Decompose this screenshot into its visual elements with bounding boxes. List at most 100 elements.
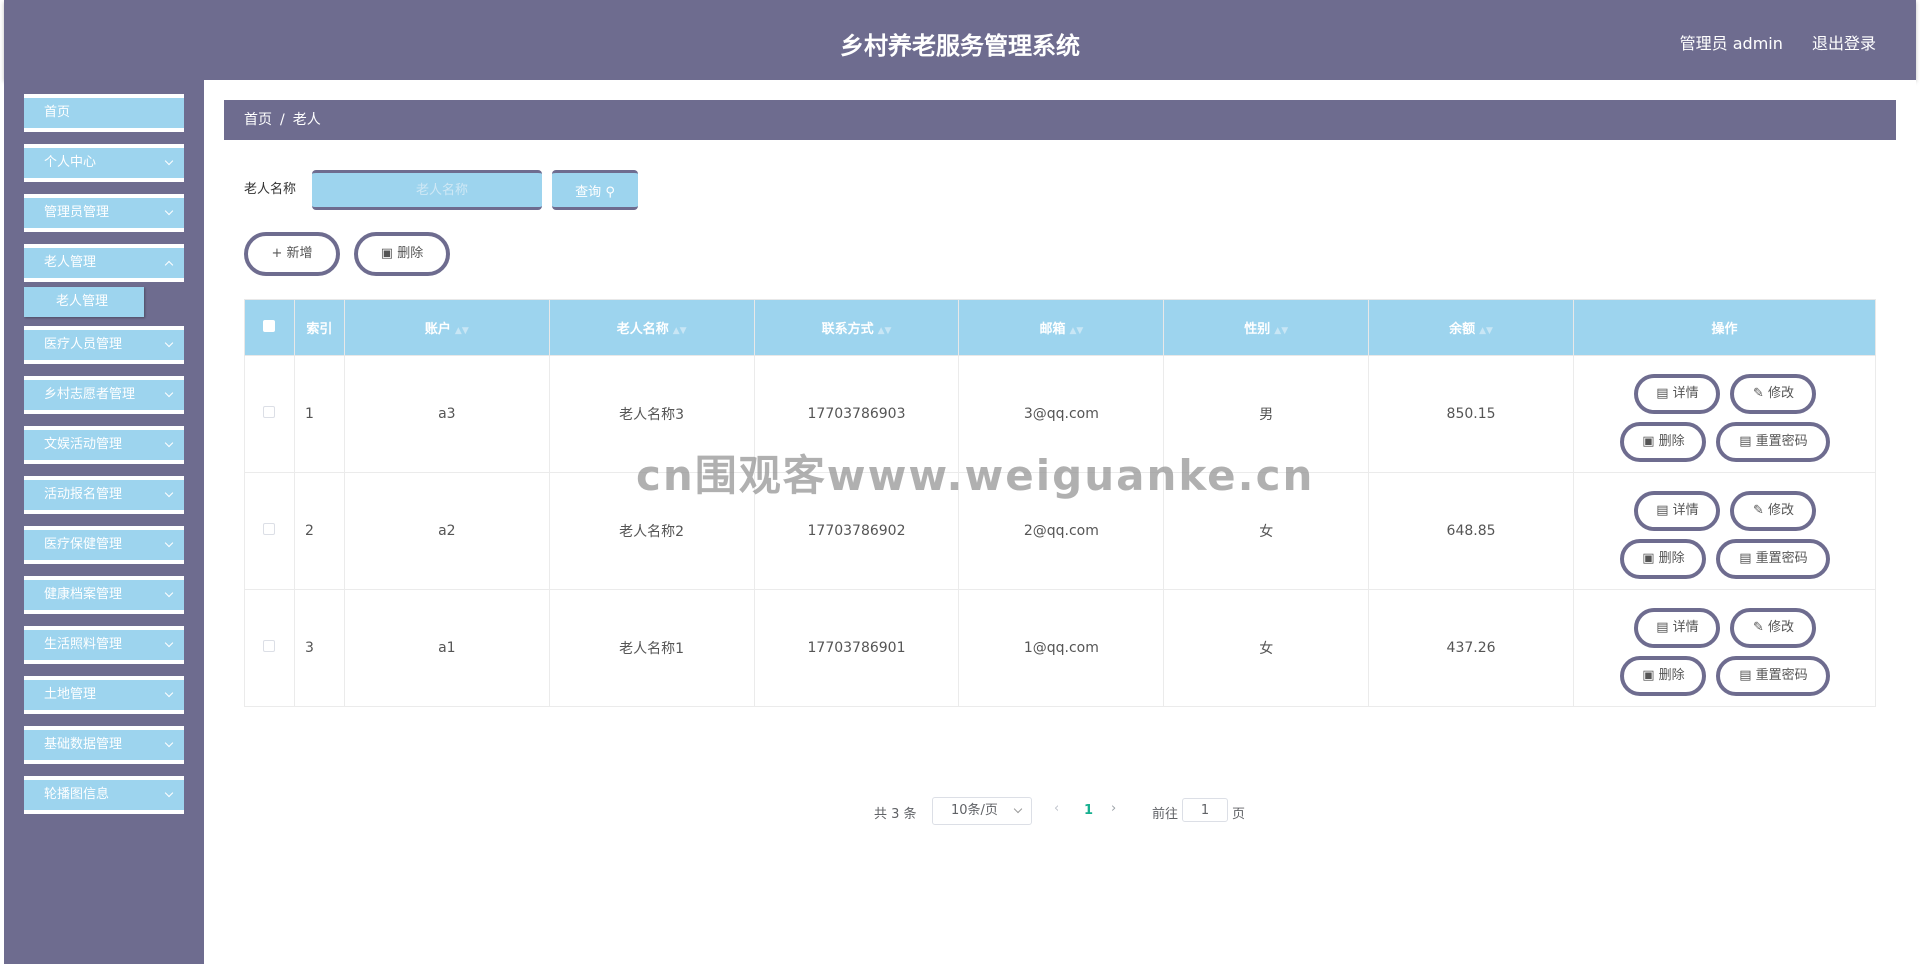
sidebar-item-land[interactable]: 土地管理 xyxy=(24,676,184,714)
sidebar-item-carousel[interactable]: 轮播图信息 xyxy=(24,776,184,814)
header-email[interactable]: 邮箱 ▲▼ xyxy=(958,299,1165,356)
chevron-down-icon xyxy=(164,688,174,698)
sidebar-item-label: 文娱活动管理 xyxy=(44,437,123,452)
sort-icon[interactable]: ▲▼ xyxy=(878,326,892,336)
row-checkbox[interactable] xyxy=(263,406,276,418)
pencil-icon: ✎ xyxy=(1752,620,1764,635)
header-balance[interactable]: 余额 ▲▼ xyxy=(1368,299,1574,356)
cell-name: 老人名称2 xyxy=(548,472,755,590)
cell-index: 2 xyxy=(293,472,345,590)
reset-password-button[interactable]: ▤ 重置密码 xyxy=(1716,539,1831,579)
sort-icon[interactable]: ▲▼ xyxy=(673,326,687,336)
reset-password-button[interactable]: ▤ 重置密码 xyxy=(1716,656,1831,696)
sort-icon[interactable]: ▲▼ xyxy=(455,326,469,336)
sidebar-item-label: 管理员管理 xyxy=(44,205,110,220)
current-user-label: 管理员 admin xyxy=(1679,34,1783,53)
sidebar-subitem-elder-management[interactable]: 老人管理 xyxy=(24,287,144,317)
search-button[interactable]: 查询 ⚲ xyxy=(552,170,638,210)
sidebar-item-elder-management[interactable]: 老人管理 xyxy=(24,244,184,282)
header-account-label: 账户 xyxy=(424,322,451,337)
delete-button-label: 删除 xyxy=(1658,668,1685,683)
cell-phone: 17703786901 xyxy=(753,589,960,707)
logout-link[interactable]: 退出登录 xyxy=(1812,34,1876,53)
page-size-value: 10条/页 xyxy=(951,803,998,818)
document-icon: ▤ xyxy=(1739,434,1752,449)
sidebar-item-home[interactable]: 首页 xyxy=(24,94,184,132)
reset-password-button[interactable]: ▤ 重置密码 xyxy=(1716,422,1831,462)
edit-button[interactable]: ✎ 修改 xyxy=(1730,491,1817,531)
user-area: 管理员 admin 退出登录 xyxy=(1656,30,1876,54)
header-phone-label: 联系方式 xyxy=(821,322,874,337)
select-all-checkbox[interactable] xyxy=(263,319,276,332)
delete-button[interactable]: ▣ 删除 xyxy=(1620,539,1707,579)
cell-gender: 女 xyxy=(1163,589,1370,707)
goto-page-input[interactable] xyxy=(1182,798,1228,822)
cell-email: 2@qq.com xyxy=(958,472,1165,590)
chevron-down-icon xyxy=(164,260,174,270)
cell-balance: 850.15 xyxy=(1368,355,1574,473)
search-input[interactable] xyxy=(312,170,542,210)
header-name-label: 老人名称 xyxy=(616,322,669,337)
sidebar-item-activity-signup[interactable]: 活动报名管理 xyxy=(24,476,184,514)
document-icon: ▤ xyxy=(1656,386,1669,401)
sidebar-item-healthcare[interactable]: 医疗保健管理 xyxy=(24,526,184,564)
breadcrumb-current: 老人 xyxy=(292,112,321,128)
table-header-row: 索引 账户 ▲▼ 老人名称 ▲▼ 联系方式 ▲▼ 邮箱 ▲▼ 性别 ▲▼ 余额 ▲▼ 操作 xyxy=(244,299,1877,356)
chevron-down-icon xyxy=(164,438,174,448)
table-row: 1 a3 老人名称3 17703786903 3@qq.com 男 850.15… xyxy=(244,355,1877,473)
row-select-cell xyxy=(244,472,295,590)
cell-index: 3 xyxy=(293,589,345,707)
prev-page-icon[interactable]: ‹ xyxy=(1054,801,1059,816)
cell-gender: 男 xyxy=(1163,355,1370,473)
sort-icon[interactable]: ▲▼ xyxy=(1274,326,1288,336)
cell-email: 3@qq.com xyxy=(958,355,1165,473)
edit-button[interactable]: ✎ 修改 xyxy=(1730,608,1817,648)
sidebar-item-life-care[interactable]: 生活照料管理 xyxy=(24,626,184,664)
delete-button[interactable]: ▣ 删除 xyxy=(1620,656,1707,696)
header-gender[interactable]: 性别 ▲▼ xyxy=(1163,299,1370,356)
sidebar-item-label: 首页 xyxy=(44,105,71,120)
sidebar-item-entertainment[interactable]: 文娱活动管理 xyxy=(24,426,184,464)
chevron-down-icon xyxy=(164,588,174,598)
detail-button[interactable]: ▤ 详情 xyxy=(1634,608,1721,648)
cell-name: 老人名称3 xyxy=(548,355,755,473)
sidebar-item-admin-management[interactable]: 管理员管理 xyxy=(24,194,184,232)
page-size-select[interactable]: 10条/页 xyxy=(932,797,1032,825)
sort-icon[interactable]: ▲▼ xyxy=(1479,326,1493,336)
delete-button-label: 删除 xyxy=(1658,551,1685,566)
breadcrumb-home[interactable]: 首页 xyxy=(244,112,272,128)
cell-ops: ▤ 详情 ✎ 修改 ▣ 删除 ▤ 重置密码 xyxy=(1572,472,1877,590)
app-root: 乡村养老服务管理系统 管理员 admin 退出登录 首页 个人中心 管理员管理 … xyxy=(0,0,1920,966)
header-phone[interactable]: 联系方式 ▲▼ xyxy=(753,299,960,356)
sidebar-item-health-records[interactable]: 健康档案管理 xyxy=(24,576,184,614)
header-account[interactable]: 账户 ▲▼ xyxy=(343,299,550,356)
sidebar-item-personal-center[interactable]: 个人中心 xyxy=(24,144,184,182)
sidebar-item-volunteers[interactable]: 乡村志愿者管理 xyxy=(24,376,184,414)
sidebar-item-medical-staff[interactable]: 医疗人员管理 xyxy=(24,326,184,364)
sidebar-item-basic-data[interactable]: 基础数据管理 xyxy=(24,726,184,764)
row-select-cell xyxy=(244,355,295,473)
document-icon: ▤ xyxy=(1656,503,1669,518)
page-number-current[interactable]: 1 xyxy=(1084,803,1093,818)
add-button-label: 新增 xyxy=(286,246,313,261)
header-name[interactable]: 老人名称 ▲▼ xyxy=(548,299,755,356)
trash-icon: ▣ xyxy=(1642,551,1655,566)
cell-gender: 女 xyxy=(1163,472,1370,590)
edit-button[interactable]: ✎ 修改 xyxy=(1730,374,1817,414)
row-checkbox[interactable] xyxy=(263,523,276,535)
table-row: 3 a1 老人名称1 17703786901 1@qq.com 女 437.26… xyxy=(244,589,1877,707)
row-checkbox[interactable] xyxy=(263,640,276,652)
sort-icon[interactable]: ▲▼ xyxy=(1069,326,1083,336)
sidebar-item-label: 健康档案管理 xyxy=(44,587,123,602)
delete-button[interactable]: ▣ 删除 xyxy=(1620,422,1707,462)
detail-button[interactable]: ▤ 详情 xyxy=(1634,491,1721,531)
table-row: 2 a2 老人名称2 17703786902 2@qq.com 女 648.85… xyxy=(244,472,1877,590)
add-button[interactable]: + 新增 xyxy=(244,232,340,276)
batch-delete-button[interactable]: ▣ 删除 xyxy=(354,232,450,276)
detail-button-label: 详情 xyxy=(1672,386,1699,401)
document-icon: ▤ xyxy=(1656,620,1669,635)
detail-button[interactable]: ▤ 详情 xyxy=(1634,374,1721,414)
next-page-icon[interactable]: › xyxy=(1111,801,1116,816)
header-select-all[interactable] xyxy=(244,299,295,356)
document-icon: ▤ xyxy=(1739,668,1752,683)
